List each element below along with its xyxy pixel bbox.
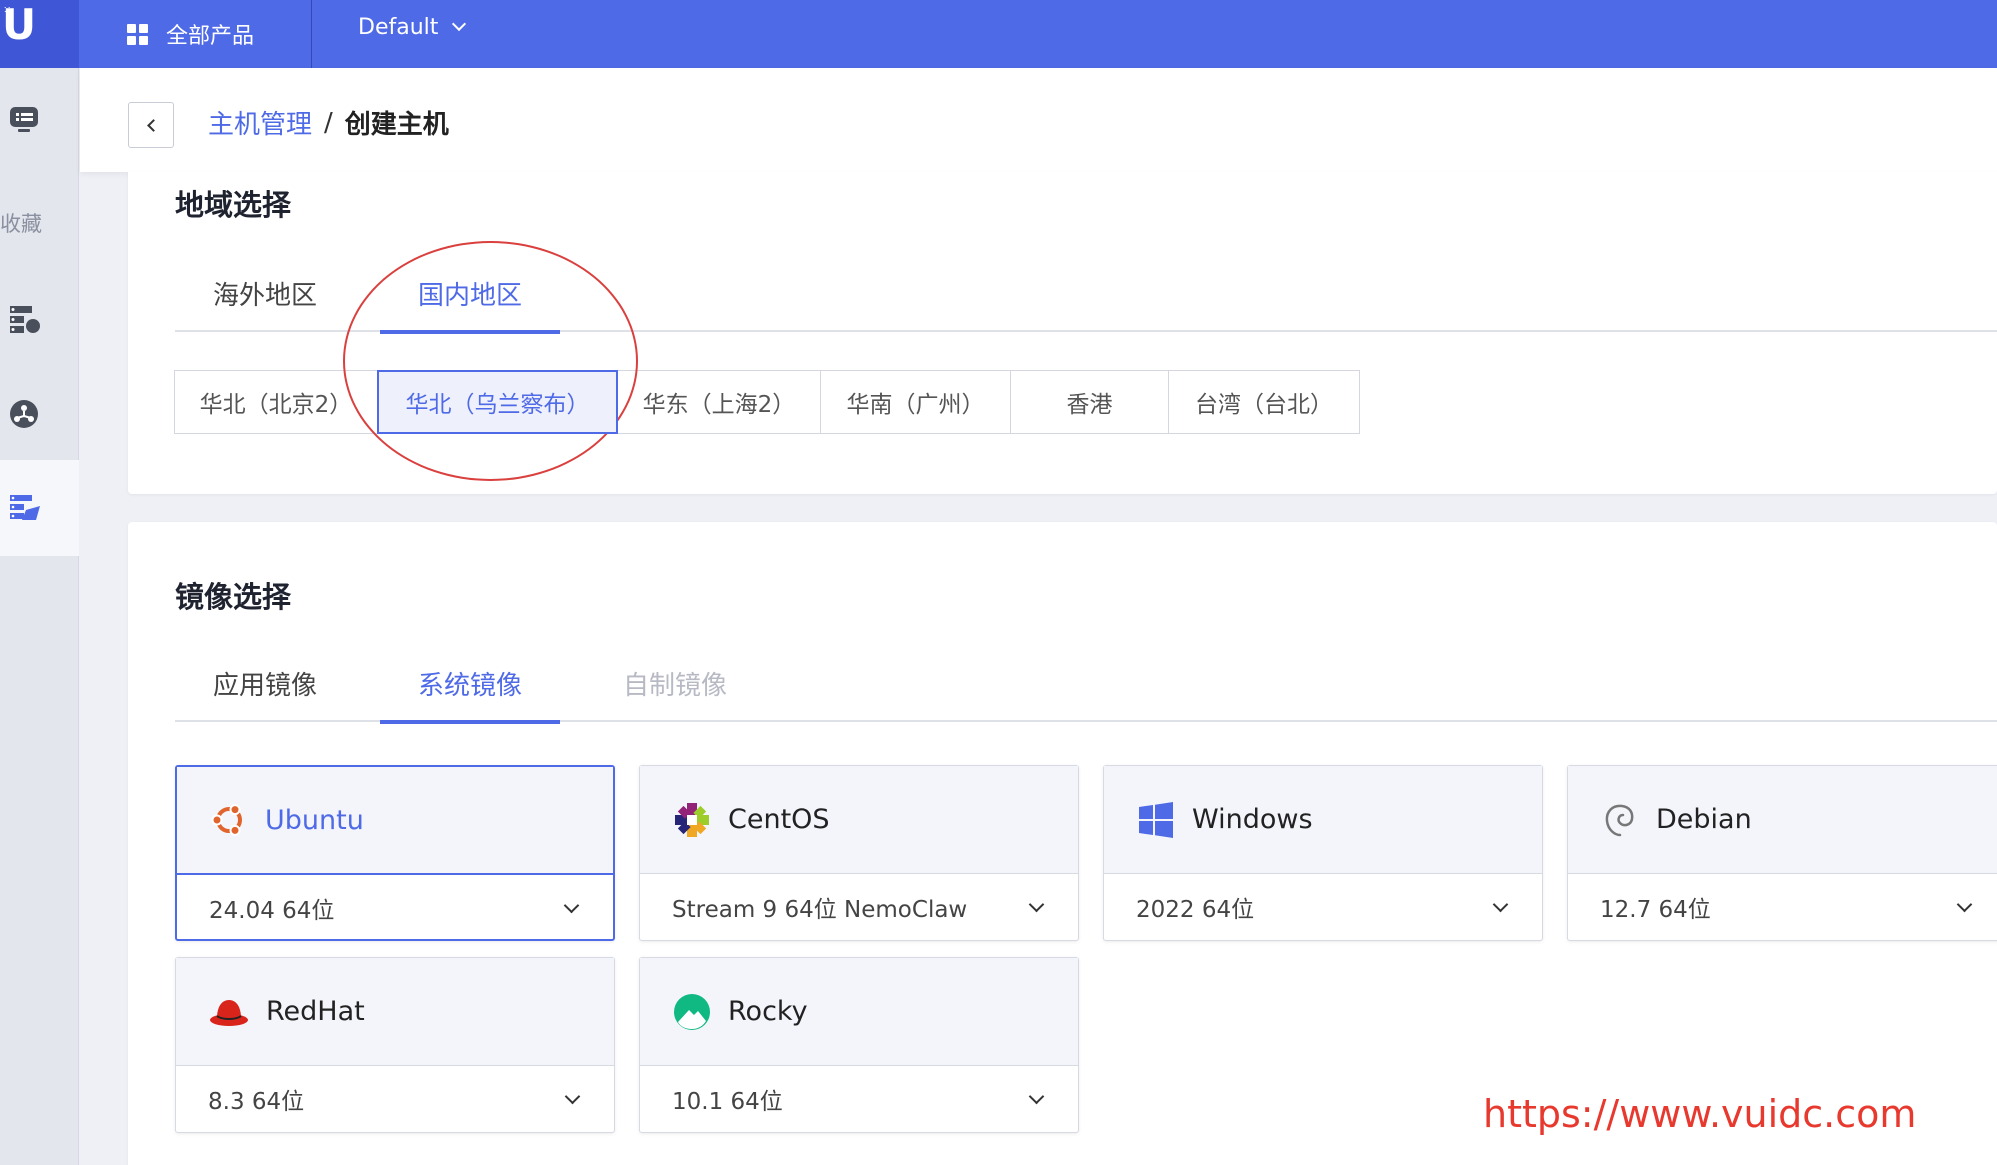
sidebar: 收藏 — [0, 68, 79, 1165]
debian-icon — [1605, 804, 1634, 836]
page-header: 主机管理 / 创建主机 — [80, 68, 1997, 172]
os-card-debian[interactable]: Debian 12.7 64位 — [1567, 765, 1997, 941]
region-option-guangzhou[interactable]: 华南（广州） — [820, 370, 1011, 434]
back-button[interactable] — [128, 102, 174, 148]
region-options: 华北（北京2） 华北（乌兰察布） 华东（上海2） 华南（广州） 香港 台湾（台北… — [174, 370, 1360, 434]
all-products-label: 全部产品 — [166, 24, 255, 49]
redhat-icon — [210, 999, 248, 1026]
tab-app-images[interactable]: 应用镜像 — [175, 654, 355, 722]
tab-overseas[interactable]: 海外地区 — [175, 264, 355, 332]
os-name: RedHat — [266, 996, 365, 1027]
os-version-value: 8.3 64位 — [208, 1089, 305, 1115]
os-version-select[interactable]: 12.7 64位 — [1568, 874, 1997, 940]
os-card-ubuntu[interactable]: Ubuntu 24.04 64位 — [175, 765, 615, 941]
os-version-value: Stream 9 64位 NemoClaw — [672, 897, 968, 923]
chevron-left-icon — [146, 118, 160, 132]
project-selector[interactable]: Default — [358, 0, 467, 54]
os-card-header[interactable]: RedHat — [176, 958, 614, 1066]
sidebar-item-network[interactable] — [0, 386, 79, 442]
centos-icon — [675, 802, 709, 837]
server-list-icon — [10, 495, 40, 520]
sidebar-item-server-list[interactable] — [0, 460, 79, 556]
chevron-down-icon — [563, 897, 580, 913]
os-version-value: 12.7 64位 — [1600, 897, 1711, 923]
sidebar-favorites[interactable]: 收藏 — [0, 208, 42, 238]
chevron-down-icon — [452, 16, 467, 32]
page-title: 创建主机 — [344, 110, 449, 140]
os-version-value: 2022 64位 — [1136, 897, 1255, 923]
os-version-select[interactable]: 24.04 64位 — [177, 875, 613, 941]
chevron-down-icon — [1028, 1088, 1045, 1104]
os-card-rocky[interactable]: Rocky 10.1 64位 — [639, 957, 1079, 1133]
os-name: Ubuntu — [265, 804, 364, 836]
os-card-centos[interactable]: CentOS Stream 9 64位 NemoClaw — [639, 765, 1079, 941]
region-option-beijing2[interactable]: 华北（北京2） — [174, 370, 378, 434]
monitor-icon — [10, 107, 38, 132]
os-card-redhat[interactable]: RedHat 8.3 64位 — [175, 957, 615, 1133]
topbar-divider — [311, 0, 312, 68]
windows-icon — [1139, 801, 1173, 838]
grid-icon — [127, 23, 148, 45]
breadcrumb: 主机管理 / 创建主机 — [208, 104, 449, 141]
breadcrumb-host-management[interactable]: 主机管理 — [208, 104, 312, 141]
os-name: Rocky — [728, 996, 808, 1027]
os-version-value: 10.1 64位 — [672, 1089, 783, 1115]
sidebar-item-monitor[interactable] — [0, 92, 79, 148]
watermark-url: https://www.vuidc.com — [1483, 1092, 1917, 1136]
chevron-down-icon — [1492, 896, 1509, 912]
all-products-menu[interactable]: 全部产品 — [79, 0, 311, 68]
image-selection-card: 镜像选择 应用镜像 系统镜像 自制镜像 Ubuntu 24.04 64位 Cen… — [128, 522, 1997, 1165]
region-option-taipei[interactable]: 台湾（台北） — [1168, 370, 1360, 434]
chevron-down-icon — [1028, 896, 1045, 912]
breadcrumb-separator: / — [324, 107, 333, 138]
network-icon — [10, 400, 38, 428]
hosts-icon — [10, 306, 40, 333]
os-version-value: 24.04 64位 — [209, 898, 335, 924]
os-name: Windows — [1192, 804, 1313, 835]
region-selection-card: 地域选择 海外地区 国内地区 华北（北京2） 华北（乌兰察布） 华东（上海2） … — [128, 172, 1997, 494]
os-card-header[interactable]: Windows — [1104, 766, 1542, 874]
region-option-hongkong[interactable]: 香港 — [1010, 370, 1169, 434]
tab-domestic[interactable]: 国内地区 — [380, 264, 560, 334]
os-card-header[interactable]: CentOS — [640, 766, 1078, 874]
os-card-windows[interactable]: Windows 2022 64位 — [1103, 765, 1543, 941]
region-option-ulanqab[interactable]: 华北（乌兰察布） — [377, 370, 618, 434]
os-card-header[interactable]: Ubuntu — [177, 767, 613, 875]
chevron-down-icon — [564, 1088, 581, 1104]
top-navigation-bar: ⁙ U 全部产品 Default — [0, 0, 1997, 68]
os-card-header[interactable]: Rocky — [640, 958, 1078, 1066]
sidebar-item-hosts[interactable] — [0, 292, 79, 348]
ubuntu-icon — [211, 804, 242, 836]
os-version-select[interactable]: 2022 64位 — [1104, 874, 1542, 940]
os-version-select[interactable]: 10.1 64位 — [640, 1066, 1078, 1132]
os-version-select[interactable]: 8.3 64位 — [176, 1066, 614, 1132]
project-label: Default — [358, 14, 439, 40]
os-name: CentOS — [728, 804, 830, 835]
chevron-down-icon — [1956, 896, 1973, 912]
brand-logo[interactable]: ⁙ U — [0, 0, 79, 68]
image-section-title: 镜像选择 — [175, 580, 292, 614]
logo-grid-icon: ⁙ — [3, 5, 12, 16]
os-name: Debian — [1656, 804, 1752, 835]
rocky-icon — [674, 993, 710, 1030]
region-option-shanghai2[interactable]: 华东（上海2） — [617, 370, 821, 434]
tab-system-images[interactable]: 系统镜像 — [380, 654, 560, 724]
region-section-title: 地域选择 — [175, 188, 292, 222]
os-version-select[interactable]: Stream 9 64位 NemoClaw — [640, 874, 1078, 940]
region-tabs: 海外地区 国内地区 — [175, 264, 1997, 334]
os-card-header[interactable]: Debian — [1568, 766, 1997, 874]
tab-custom-images: 自制镜像 — [622, 671, 727, 701]
image-tabs: 应用镜像 系统镜像 自制镜像 — [175, 654, 1997, 724]
